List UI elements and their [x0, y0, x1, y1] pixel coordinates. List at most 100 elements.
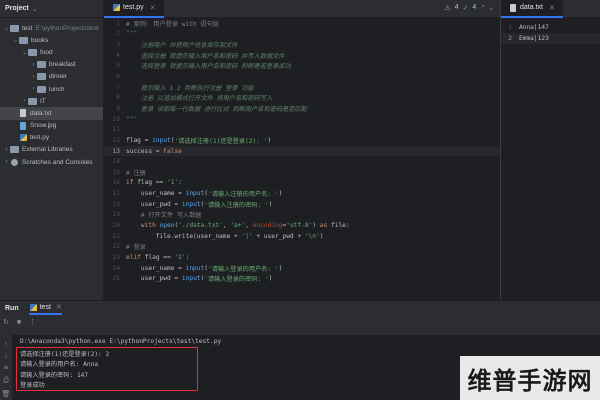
tree-item-it[interactable]: › IT — [0, 95, 103, 107]
check-count: 4 — [472, 4, 477, 11]
tree-item-snow-jpg[interactable]: Snow.jpg — [0, 120, 103, 132]
code-line: 23 elif flag == '2': — [112, 253, 190, 261]
python-file-icon — [20, 134, 27, 142]
tree-item-path: E:\pythonProjects\test — [35, 24, 99, 32]
folder-icon — [28, 48, 37, 56]
code-line: 19 # 打开文件 写入数据 — [112, 211, 202, 220]
run-tab-test[interactable]: test ✕ — [28, 301, 62, 315]
chevron-right-icon[interactable]: › — [3, 159, 10, 165]
tree-item-label: breakfast — [49, 61, 76, 69]
chevron-down-icon[interactable]: ⌄ — [3, 25, 10, 32]
chevron-down-icon[interactable]: ⌄ — [32, 5, 38, 13]
editor-tab-bar: test.py ✕ ⚠ 4 ✓ 4 ⌃ ⌄ — [104, 0, 500, 18]
data-tab-bar: data.txt ✕ — [501, 0, 600, 18]
image-file-icon — [20, 121, 26, 130]
inspection-widget[interactable]: ⚠ 4 ✓ 4 ⌃ ⌄ — [444, 4, 494, 12]
scratch-icon — [11, 158, 18, 166]
tree-item-test-py[interactable]: test.py — [0, 132, 103, 144]
code-line: 17 user_name = input('请输入注册的用户名: ') — [112, 190, 283, 199]
tab-label: data.txt — [520, 4, 543, 11]
chevron-down-icon[interactable]: ⌄ — [21, 49, 28, 56]
folder-icon — [37, 73, 46, 81]
text-file-icon — [510, 3, 516, 12]
tree-item-external-libraries[interactable]: › External Libraries — [0, 144, 103, 156]
close-icon[interactable]: ✕ — [56, 303, 62, 311]
data-content[interactable]: 1 Anna|147 2 Emma|123 — [501, 18, 600, 44]
code-line: 15 # 注册 — [112, 168, 146, 177]
tree-item-test[interactable]: ⌄ test E:\pythonProjects\test — [0, 22, 103, 34]
data-line: 2 Emma|123 — [501, 33, 600, 44]
tab-data-txt[interactable]: data.txt ✕ — [501, 0, 563, 18]
code-line: 8 注册 以追加模式打开文件 将用户名和密码写入 — [116, 94, 273, 103]
navigate-arrows-icon[interactable]: ⌃ ⌄ — [480, 4, 494, 12]
tree-item-food[interactable]: ⌄ food — [0, 46, 103, 58]
more-icon[interactable]: ⋮ — [29, 318, 36, 326]
stop-icon[interactable]: ■ — [17, 319, 21, 326]
tab-test-py[interactable]: test.py ✕ — [104, 0, 164, 18]
up-arrow-icon[interactable]: ↑ — [4, 341, 8, 348]
tree-item-books[interactable]: ⌄ books — [0, 34, 103, 46]
warning-count: 4 — [454, 4, 459, 11]
chevron-right-icon[interactable]: › — [3, 147, 10, 153]
code-area[interactable]: 1 # 案例: 用户登录 with 语句版 2 """ 3 注册用户 并把用户信息保… — [104, 18, 500, 284]
chevron-right-icon[interactable]: › — [30, 86, 37, 92]
close-icon[interactable]: ✕ — [549, 4, 555, 12]
folder-icon — [37, 85, 46, 93]
tree-item-label: lunch — [49, 85, 65, 93]
console-line: D:\Anaconda3\python.exe E:\pythonProject… — [20, 338, 222, 345]
run-tab-label: test — [39, 303, 51, 311]
code-line-current: 13 success = False — [104, 145, 500, 157]
tree-item-label: data.txt — [30, 109, 52, 117]
tab-label: test.py — [123, 4, 144, 11]
tree-item-scratches-and-consoles[interactable]: › Scratches and Consoles — [0, 156, 103, 168]
project-panel: Project ⌄ ⌄ test E:\pythonProjects\test ⌄ bo… — [0, 0, 104, 300]
code-line: 22 # 登录 — [112, 243, 146, 252]
trash-icon[interactable]: 🗑 — [2, 390, 11, 398]
tree-item-label: Scratches and Consoles — [22, 158, 93, 166]
tree-item-label: food — [40, 48, 53, 56]
data-line-text: Anna|147 — [519, 24, 549, 31]
tree-item-label: dinner — [49, 73, 68, 81]
project-tree: ⌄ test E:\pythonProjects\test ⌄ books ⌄ food › b… — [0, 18, 103, 168]
close-icon[interactable]: ✕ — [150, 4, 156, 12]
tree-item-lunch[interactable]: › lunch — [0, 83, 103, 95]
soft-wrap-icon[interactable]: ≡ — [4, 365, 8, 372]
run-toolbar: ↻ ■ ⋮ — [0, 315, 600, 329]
code-line: 14 — [112, 158, 120, 166]
library-icon — [10, 146, 19, 154]
code-line: 11 — [112, 126, 120, 134]
code-line: 20 with open('./data.txt', 'a+', encodin… — [112, 221, 350, 229]
chevron-down-icon[interactable]: ⌄ — [12, 37, 19, 44]
tree-item-breakfast[interactable]: › breakfast — [0, 59, 103, 71]
tree-item-label: IT — [40, 97, 46, 105]
check-icon: ✓ — [462, 5, 469, 12]
code-line: 18 user_pwd = input('请输入注册的密码: ') — [112, 200, 273, 209]
code-line: 6 — [116, 73, 120, 81]
chevron-right-icon[interactable]: › — [30, 62, 37, 68]
down-arrow-icon[interactable]: ↓ — [4, 353, 8, 360]
code-line: 2 """ — [116, 30, 138, 38]
code-line: 9 登录 读取每一行数据 进行比对 判断用户名和密码是否匹配 — [116, 104, 307, 113]
chevron-right-icon[interactable]: › — [21, 98, 28, 104]
watermark: 维普手游网 — [460, 356, 600, 400]
folder-icon — [10, 24, 19, 32]
code-line: 10 """ — [112, 115, 138, 123]
code-line: 4 选择注册 就提示输入用户名和密码 并写入数据文件 — [116, 51, 285, 60]
data-line-text: Emma|123 — [519, 35, 549, 42]
code-line: 24 user_name = input('请输入登录的用户名: ') — [112, 264, 283, 273]
tree-item-dinner[interactable]: › dinner — [0, 71, 103, 83]
tree-item-label: test.py — [30, 134, 50, 142]
folder-icon — [37, 61, 46, 69]
code-line: 12 flag = input('请选择注册(1)还是登录(2): ') — [112, 136, 272, 145]
project-panel-title: Project — [5, 5, 29, 12]
folder-icon — [19, 36, 28, 44]
tree-item-data-txt[interactable]: data.txt — [0, 107, 103, 120]
code-line: 25 user_pwd = input('请输入登录的密码: ') — [112, 275, 273, 284]
code-line: 16 if flag == '1': — [112, 179, 182, 187]
run-panel-header: Run test ✕ — [0, 301, 600, 315]
project-panel-header[interactable]: Project ⌄ — [0, 0, 103, 18]
code-line: 1 # 案例: 用户登录 with 语句版 — [116, 19, 219, 28]
rerun-icon[interactable]: ↻ — [3, 318, 9, 326]
chevron-right-icon[interactable]: › — [30, 74, 37, 80]
print-icon[interactable]: ⎙ — [3, 377, 9, 385]
